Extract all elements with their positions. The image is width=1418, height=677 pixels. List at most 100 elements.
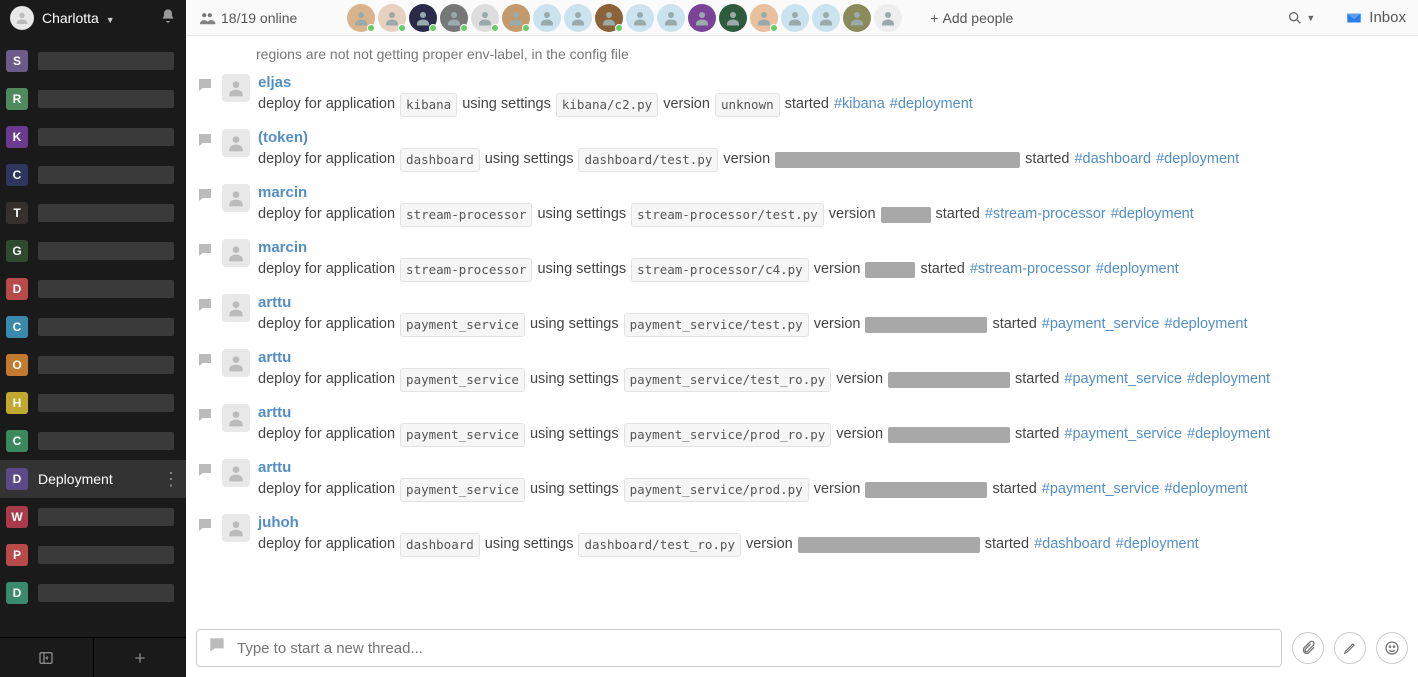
message-author[interactable]: juhoh	[258, 514, 1199, 531]
add-people-label: Add people	[942, 10, 1013, 26]
hashtag-link[interactable]: #dashboard	[1034, 533, 1111, 556]
hashtag-link[interactable]: #deployment	[1156, 148, 1239, 171]
thread-icon[interactable]	[196, 404, 214, 447]
hashtag-link[interactable]: #payment_service	[1064, 368, 1182, 391]
add-button[interactable]	[94, 638, 187, 677]
member-avatar[interactable]	[812, 4, 840, 32]
sidebar-item[interactable]: C	[0, 308, 186, 346]
message-author[interactable]: arttu	[258, 349, 1270, 366]
thread-icon[interactable]	[196, 74, 214, 117]
sidebar-item[interactable]: C	[0, 422, 186, 460]
channel-more-icon[interactable]: ⋮	[162, 469, 180, 490]
message-avatar[interactable]	[222, 349, 250, 377]
message-author[interactable]: arttu	[258, 459, 1248, 476]
sidebar-item[interactable]: S	[0, 42, 186, 80]
hashtag-link[interactable]: #payment_service	[1064, 423, 1182, 446]
hashtag-link[interactable]: #deployment	[1187, 423, 1270, 446]
member-avatar[interactable]	[626, 4, 654, 32]
sidebar-item[interactable]: H	[0, 384, 186, 422]
thread-icon[interactable]	[196, 459, 214, 502]
text-segment: deploy for application	[258, 258, 395, 281]
hashtag-link[interactable]: #dashboard	[1074, 148, 1151, 171]
message-avatar[interactable]	[222, 459, 250, 487]
message-author[interactable]: marcin	[258, 184, 1194, 201]
sidebar-item[interactable]: W	[0, 498, 186, 536]
compose-box[interactable]	[196, 629, 1282, 667]
member-avatar[interactable]	[781, 4, 809, 32]
sidebar-item[interactable]: R	[0, 80, 186, 118]
message-avatar[interactable]	[222, 514, 250, 542]
hashtag-link[interactable]: #deployment	[1116, 533, 1199, 556]
member-avatar[interactable]	[378, 4, 406, 32]
online-count[interactable]: 18/19 online	[198, 10, 297, 26]
sidebar-item[interactable]: G	[0, 232, 186, 270]
add-people-button[interactable]: + Add people	[930, 10, 1013, 26]
member-avatar[interactable]	[874, 4, 902, 32]
thread-icon[interactable]	[196, 239, 214, 282]
message-avatar[interactable]	[222, 74, 250, 102]
message-avatar[interactable]	[222, 129, 250, 157]
hashtag-link[interactable]: #payment_service	[1042, 313, 1160, 336]
channel-badge: D	[6, 582, 28, 604]
compose-input[interactable]	[237, 640, 1271, 657]
member-avatar[interactable]	[440, 4, 468, 32]
member-avatar[interactable]	[502, 4, 530, 32]
hashtag-link[interactable]: #kibana	[834, 93, 885, 116]
emoji-button[interactable]	[1376, 632, 1408, 664]
hashtag-link[interactable]: #stream-processor	[970, 258, 1091, 281]
hashtag-link[interactable]: #deployment	[1096, 258, 1179, 281]
thread-icon[interactable]	[196, 184, 214, 227]
message-author[interactable]: marcin	[258, 239, 1179, 256]
text-segment: using settings	[462, 93, 551, 116]
channel-label-redacted	[38, 128, 174, 146]
member-avatar[interactable]	[471, 4, 499, 32]
sidebar-item[interactable]: T	[0, 194, 186, 232]
message-author[interactable]: eljas	[258, 74, 973, 91]
member-avatar[interactable]	[564, 4, 592, 32]
thread-icon[interactable]	[196, 294, 214, 337]
member-avatar[interactable]	[657, 4, 685, 32]
message-avatar[interactable]	[222, 239, 250, 267]
sidebar-item[interactable]: C	[0, 156, 186, 194]
user-menu[interactable]: Charlotta ▼	[42, 10, 152, 26]
collapse-button[interactable]	[0, 638, 94, 677]
sidebar-item[interactable]: D	[0, 270, 186, 308]
attach-button[interactable]	[1292, 632, 1324, 664]
message-author[interactable]: arttu	[258, 404, 1270, 421]
member-avatar[interactable]	[843, 4, 871, 32]
sidebar-item[interactable]: O	[0, 346, 186, 384]
sidebar-item[interactable]: P	[0, 536, 186, 574]
edit-button[interactable]	[1334, 632, 1366, 664]
member-avatar[interactable]	[595, 4, 623, 32]
channel-label-redacted	[38, 280, 174, 298]
message-avatar[interactable]	[222, 404, 250, 432]
member-avatar[interactable]	[750, 4, 778, 32]
hashtag-link[interactable]: #deployment	[1187, 368, 1270, 391]
member-avatar[interactable]	[719, 4, 747, 32]
member-avatar[interactable]	[533, 4, 561, 32]
thread-icon[interactable]	[196, 129, 214, 172]
current-user-avatar[interactable]	[10, 6, 34, 30]
hashtag-link[interactable]: #payment_service	[1042, 478, 1160, 501]
hashtag-link[interactable]: #deployment	[1164, 478, 1247, 501]
message-author[interactable]: arttu	[258, 294, 1248, 311]
hashtag-link[interactable]: #deployment	[890, 93, 973, 116]
message-avatar[interactable]	[222, 184, 250, 212]
hashtag-link[interactable]: #deployment	[1111, 203, 1194, 226]
inbox-button[interactable]: Inbox	[1345, 9, 1406, 27]
sidebar-item[interactable]: K	[0, 118, 186, 156]
member-avatar[interactable]	[347, 4, 375, 32]
thread-icon[interactable]	[196, 349, 214, 392]
hashtag-link[interactable]: #stream-processor	[985, 203, 1106, 226]
bell-icon[interactable]	[160, 8, 176, 29]
sidebar-item-deployment[interactable]: DDeployment⋮	[0, 460, 186, 498]
sidebar-item[interactable]: D	[0, 574, 186, 612]
search-button[interactable]: ▼	[1287, 10, 1315, 26]
message-author[interactable]: (token)	[258, 129, 1239, 146]
member-avatar[interactable]	[409, 4, 437, 32]
hashtag-link[interactable]: #deployment	[1164, 313, 1247, 336]
message-avatar[interactable]	[222, 294, 250, 322]
member-avatar[interactable]	[688, 4, 716, 32]
thread-icon[interactable]	[196, 514, 214, 557]
message-text: deploy for applicationpayment_serviceusi…	[258, 421, 1270, 447]
